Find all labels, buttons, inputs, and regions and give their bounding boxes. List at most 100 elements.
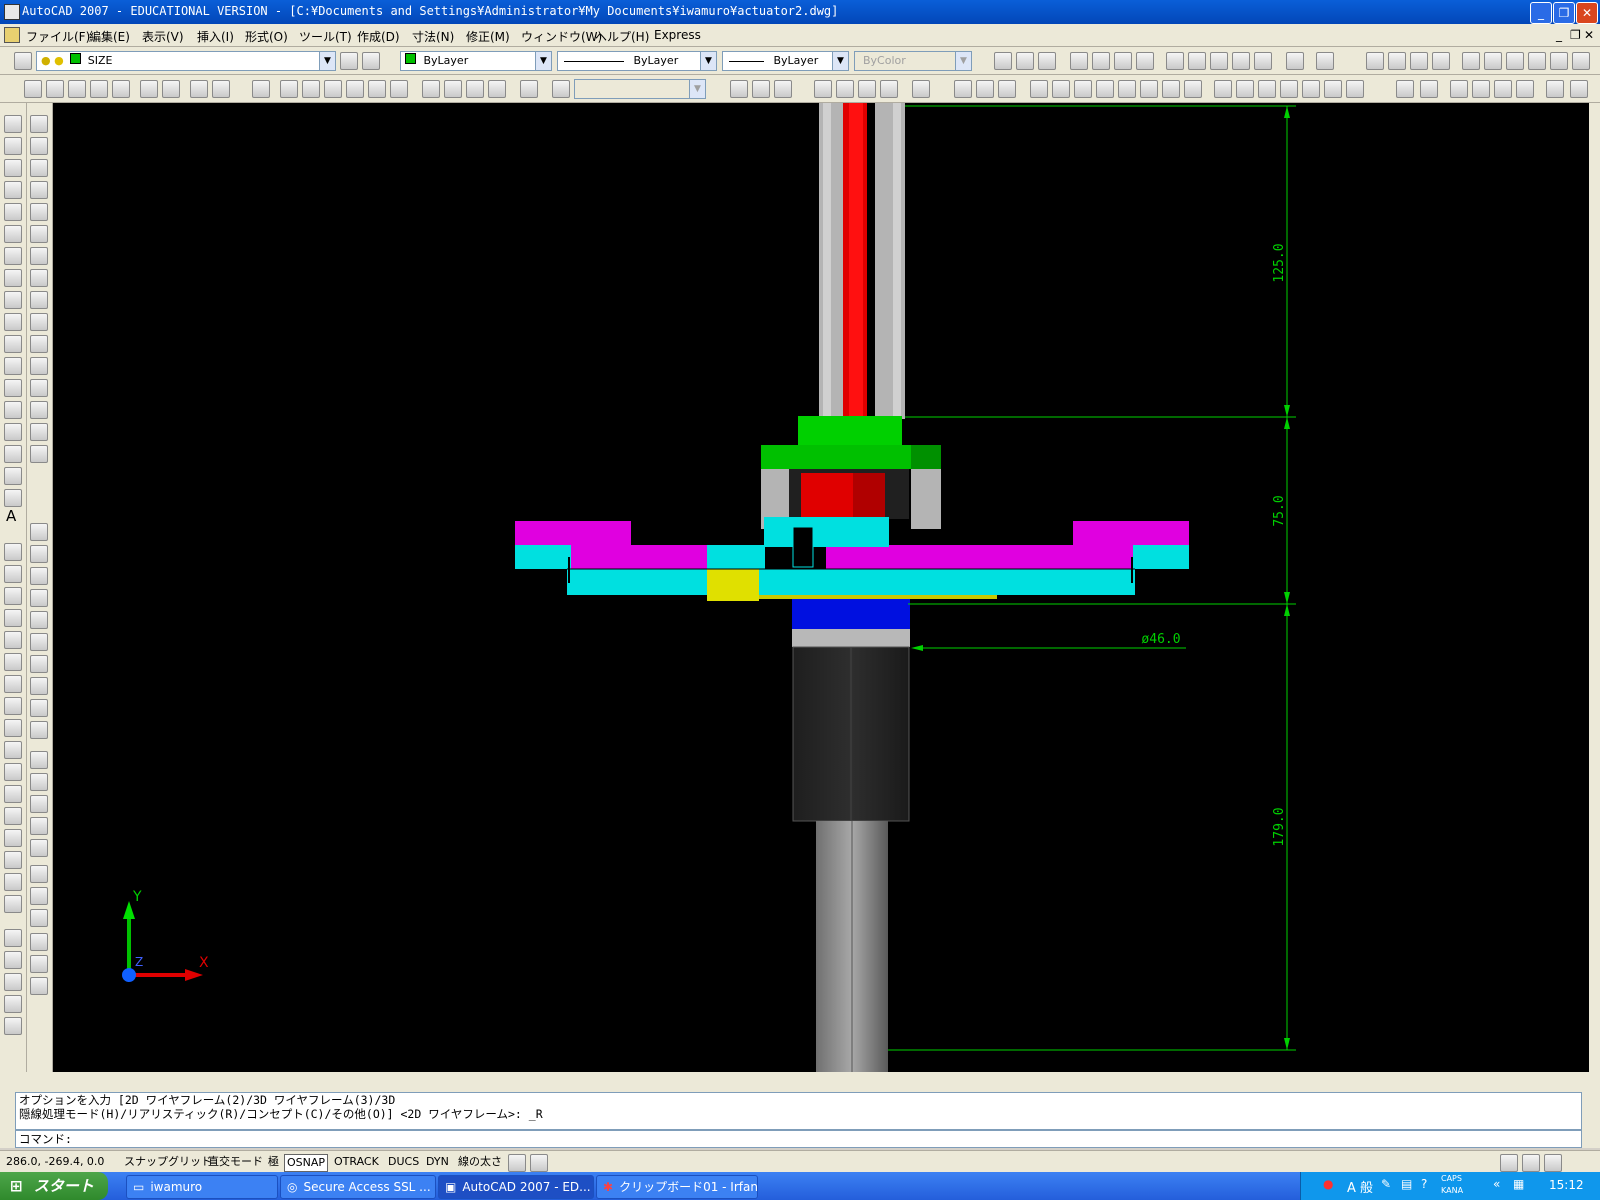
match-properties-icon[interactable] [1232, 52, 1250, 70]
multiline-text-icon[interactable]: A [6, 507, 16, 525]
taskbar-item-iwamuro[interactable]: ▭ iwamuro [126, 1175, 278, 1199]
paste-icon[interactable] [1210, 52, 1228, 70]
trim-icon[interactable] [4, 741, 22, 759]
ortho-toggle[interactable]: 直交モード [206, 1154, 265, 1170]
linear-dimension-icon[interactable] [814, 80, 832, 98]
make-current-layer-icon[interactable] [340, 52, 358, 70]
camera-icon[interactable] [520, 80, 538, 98]
make-block-icon[interactable] [4, 379, 22, 397]
nw-iso-view-icon[interactable] [488, 80, 506, 98]
osnap-toggle[interactable]: OSNAP [284, 1154, 329, 1172]
markup-icon[interactable] [1550, 52, 1568, 70]
communication-center-icon[interactable] [1522, 1154, 1540, 1172]
taskbar-item-irfanview[interactable]: ✱ クリップボード01 - Irfan... [596, 1175, 758, 1199]
pyramid-icon[interactable] [30, 677, 48, 695]
zoom-object-icon[interactable] [112, 80, 130, 98]
offset-icon[interactable] [4, 609, 22, 627]
layer-previous-icon[interactable] [362, 52, 380, 70]
redo-icon[interactable] [1316, 52, 1334, 70]
revision-cloud-icon[interactable] [4, 269, 22, 287]
otrack-toggle[interactable]: OTRACK [332, 1154, 381, 1170]
sw-iso-view-icon[interactable] [422, 80, 440, 98]
offset-faces-icon[interactable] [1074, 80, 1092, 98]
3d-sphere-icon[interactable] [30, 611, 48, 629]
settings-icon[interactable]: ▤ [1401, 1177, 1412, 1191]
osnap-settings-icon[interactable] [30, 445, 48, 463]
ducs-toggle[interactable]: DUCS [386, 1154, 421, 1170]
ime-indicator[interactable]: A 般 [1347, 1177, 1373, 1196]
layer-combo[interactable]: ● ● SIZE ▼ [36, 51, 336, 71]
menu-draw[interactable]: 作成(D) [357, 28, 400, 45]
se-iso-view-icon[interactable] [444, 80, 462, 98]
menu-view[interactable]: 表示(V) [142, 28, 184, 45]
union-icon[interactable] [954, 80, 972, 98]
close-button[interactable]: ✕ [1576, 2, 1598, 24]
zoom-window-icon[interactable] [1410, 52, 1428, 70]
rectangle-icon[interactable] [4, 203, 22, 221]
zoom-realtime-icon[interactable] [1388, 52, 1406, 70]
layout-icon[interactable] [530, 1154, 548, 1172]
menu-format[interactable]: 形式(O) [245, 28, 288, 45]
advanced-render-icon[interactable] [1570, 80, 1588, 98]
osnap-tangent-icon[interactable] [30, 269, 48, 287]
gradient-icon[interactable] [4, 445, 22, 463]
3d-orbit-icon[interactable] [730, 80, 748, 98]
zoom-in-icon[interactable] [140, 80, 158, 98]
doc-minimize-button[interactable]: _ [1556, 28, 1562, 42]
ordinate-dimension-icon[interactable] [858, 80, 876, 98]
coordinates-display[interactable]: 286.0, -269.4, 0.0 [4, 1154, 106, 1170]
zoom-scale-icon[interactable] [68, 80, 86, 98]
chevron-down-icon[interactable]: ▼ [700, 52, 716, 70]
3d-subtract-icon[interactable] [30, 887, 48, 905]
explode-icon[interactable] [4, 895, 22, 913]
dimension-style-icon[interactable] [912, 80, 930, 98]
snap-toggle[interactable]: スナップ [122, 1154, 170, 1170]
free-orbit-icon[interactable] [752, 80, 770, 98]
named-views-icon[interactable] [252, 80, 270, 98]
zoom-dynamic-icon[interactable] [46, 80, 64, 98]
planar-surface-icon[interactable] [30, 721, 48, 739]
quickcalc-icon[interactable] [1572, 52, 1590, 70]
color-combo[interactable]: ByLayer ▼ [400, 51, 552, 71]
sweep-icon[interactable] [30, 795, 48, 813]
imprint-icon[interactable] [1214, 80, 1232, 98]
left-view-icon[interactable] [324, 80, 342, 98]
render-environment-icon[interactable] [1546, 80, 1564, 98]
zoom-all-icon[interactable] [190, 80, 208, 98]
box-icon[interactable] [4, 951, 22, 969]
doc-close-button[interactable]: ✕ [1584, 28, 1594, 42]
check-icon[interactable] [1302, 80, 1320, 98]
polygon-icon[interactable] [4, 181, 22, 199]
move-faces-icon[interactable] [1052, 80, 1070, 98]
top-view-icon[interactable] [280, 80, 298, 98]
torus-icon[interactable] [4, 1017, 22, 1035]
menu-modify[interactable]: 修正(M) [466, 28, 510, 45]
block-editor-icon[interactable] [1254, 52, 1272, 70]
tray-expand-icon[interactable]: « [1493, 1177, 1500, 1191]
properties-icon[interactable] [1462, 52, 1480, 70]
join-icon[interactable] [4, 829, 22, 847]
taper-faces-icon[interactable] [1140, 80, 1158, 98]
menu-help[interactable]: ヘルプ(H) [595, 28, 649, 45]
3d-dwf-icon[interactable] [1136, 52, 1154, 70]
linetype-combo[interactable]: ByLayer ▼ [557, 51, 717, 71]
command-input[interactable]: コマンド: [15, 1130, 1582, 1148]
line-icon[interactable] [4, 115, 22, 133]
separate-icon[interactable] [1258, 80, 1276, 98]
lineweight-combo[interactable]: ByLayer ▼ [722, 51, 849, 71]
osnap-midpoint-icon[interactable] [30, 137, 48, 155]
undo-icon[interactable] [1286, 52, 1304, 70]
scale-icon[interactable] [4, 697, 22, 715]
chevron-down-icon[interactable]: ▼ [535, 52, 551, 70]
tool-palettes-icon[interactable] [1506, 52, 1524, 70]
start-button[interactable]: ⊞ スタート [0, 1172, 108, 1200]
spline-icon[interactable] [4, 291, 22, 309]
sheet-set-icon[interactable] [1528, 52, 1546, 70]
ne-iso-view-icon[interactable] [466, 80, 484, 98]
plot-preview-icon[interactable] [1092, 52, 1110, 70]
menu-express[interactable]: Express [654, 28, 701, 42]
network-icon[interactable]: ▦ [1513, 1177, 1524, 1191]
cut-icon[interactable] [1166, 52, 1184, 70]
autocad-app-icon[interactable] [4, 4, 20, 20]
polyline-icon[interactable] [4, 159, 22, 177]
